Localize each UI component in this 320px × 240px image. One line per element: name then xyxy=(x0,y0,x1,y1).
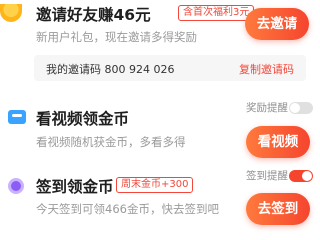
invite-button[interactable]: 去邀请 xyxy=(245,8,309,40)
gift-bag-icon xyxy=(0,4,22,22)
toggle-knob xyxy=(290,103,300,113)
invite-title: 邀请好友赚46元 xyxy=(36,6,151,24)
video-task: 看视频领金币 看视频随机获金币，多看多得 奖励提醒 看视频 xyxy=(0,92,320,162)
invite-task: 邀请好友赚46元 含首次福利3元 新用户礼包，现在邀请多得奖励 去邀请 我的邀请… xyxy=(0,0,320,92)
reward-reminder-label: 奖励提醒 xyxy=(246,102,288,114)
invite-bonus-tag: 含首次福利3元 xyxy=(178,5,255,21)
tv-icon xyxy=(8,110,26,124)
invite-code-box: 我的邀请码 800 924 026 复制邀请码 xyxy=(34,55,306,81)
signin-button[interactable]: 去签到 xyxy=(246,193,310,225)
reward-reminder-toggle[interactable] xyxy=(289,102,313,114)
coin-icon xyxy=(8,178,24,194)
signin-title: 签到领金币 xyxy=(36,178,114,196)
invite-code-text: 我的邀请码 800 924 026 xyxy=(46,63,175,76)
video-title: 看视频领金币 xyxy=(36,110,130,128)
copy-invite-code-link[interactable]: 复制邀请码 xyxy=(239,61,294,77)
signin-reminder-toggle[interactable] xyxy=(289,170,313,182)
signin-task: 签到领金币 周末金币+300 今天签到可领466金币，快去签到吧 签到提醒 去签… xyxy=(0,162,320,240)
toggle-knob xyxy=(302,171,312,181)
invite-description: 新用户礼包，现在邀请多得奖励 xyxy=(36,30,197,44)
watch-video-button[interactable]: 看视频 xyxy=(246,126,310,158)
weekend-bonus-tag: 周末金币+300 xyxy=(116,177,194,193)
video-description: 看视频随机获金币，多看多得 xyxy=(36,135,186,149)
signin-description: 今天签到可领466金币，快去签到吧 xyxy=(36,202,219,216)
signin-reminder-label: 签到提醒 xyxy=(246,170,288,182)
